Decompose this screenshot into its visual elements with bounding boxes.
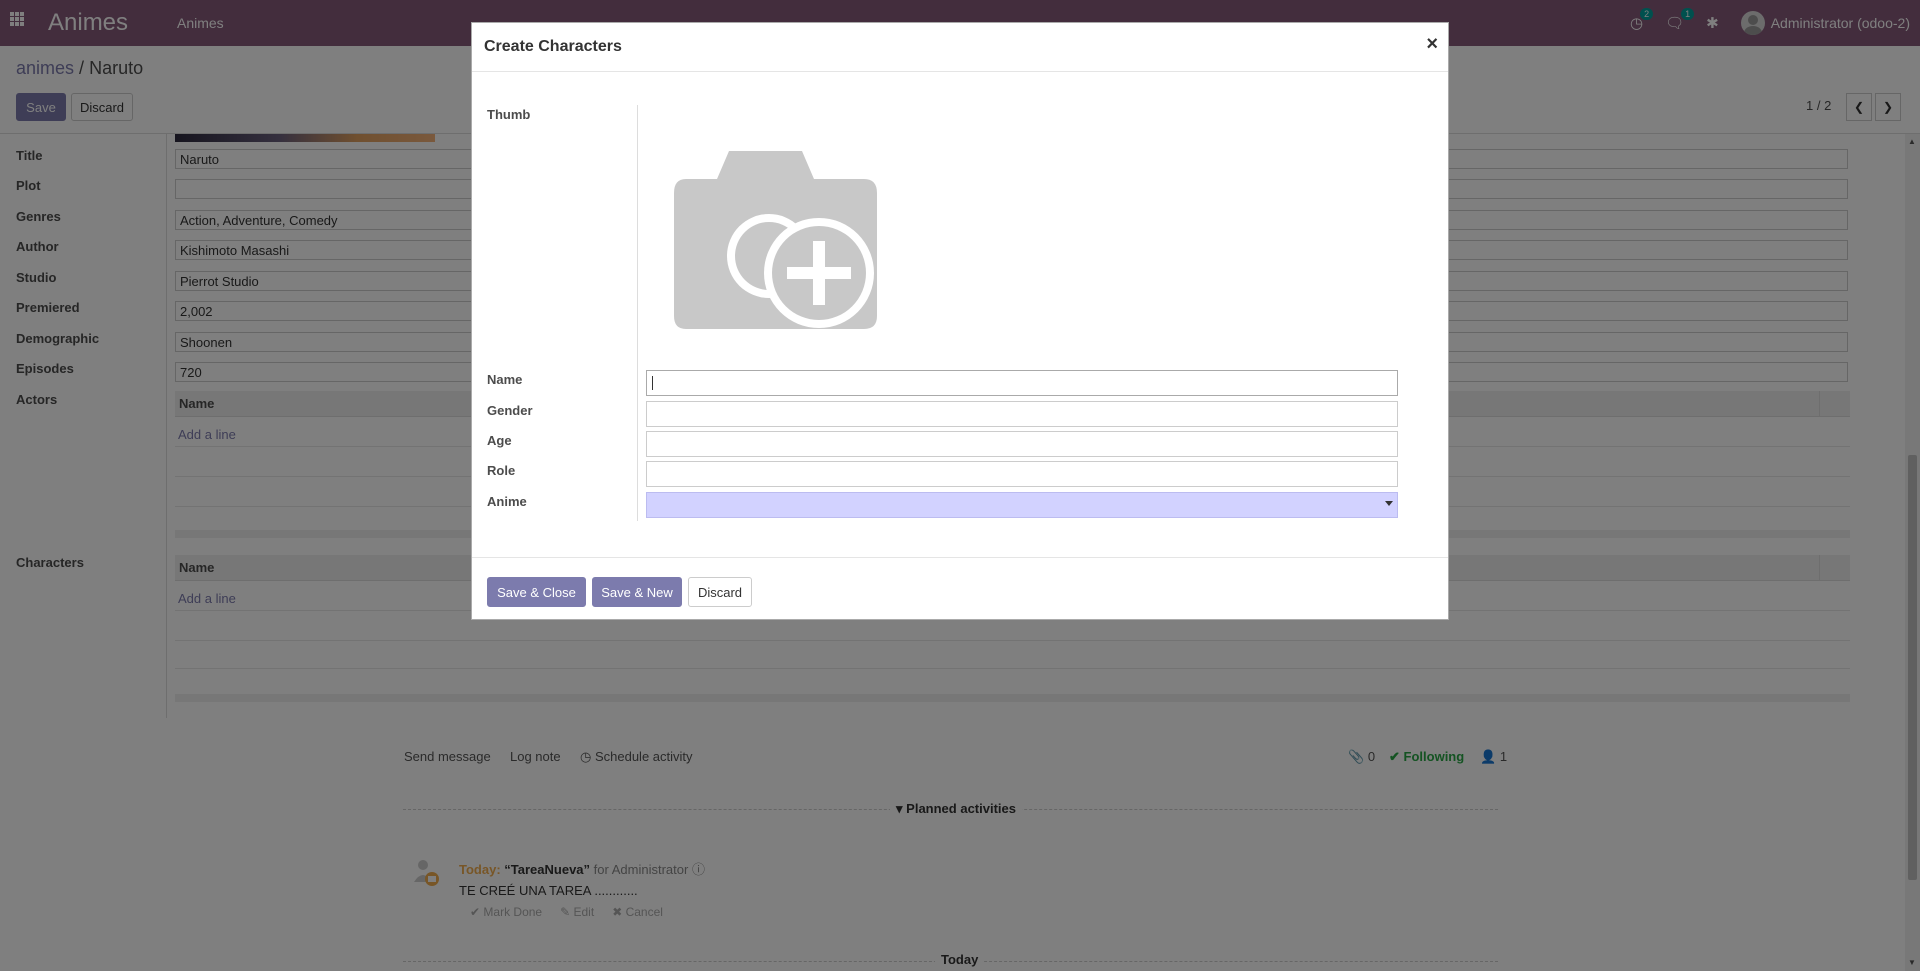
modal-discard-button[interactable]: Discard (688, 577, 752, 607)
text-cursor (652, 376, 653, 390)
anime-label: Anime (487, 494, 527, 509)
close-icon[interactable]: × (1426, 33, 1438, 56)
create-characters-dialog: Create Characters × Thumb Name Gender Ag… (471, 22, 1449, 620)
modal-title: Create Characters (484, 38, 622, 55)
role-label: Role (487, 463, 516, 478)
gender-field[interactable] (646, 401, 1398, 427)
age-label: Age (487, 433, 512, 448)
gender-label: Gender (487, 403, 533, 418)
thumb-label: Thumb (487, 107, 531, 122)
age-field[interactable] (646, 431, 1398, 457)
role-field[interactable] (646, 461, 1398, 487)
caret-down-icon (1385, 501, 1393, 506)
name-field[interactable] (646, 370, 1398, 396)
modal-header: Create Characters × (472, 23, 1448, 72)
anime-select[interactable] (646, 492, 1398, 518)
name-label: Name (487, 372, 523, 387)
save-close-button[interactable]: Save & Close (487, 577, 586, 607)
modal-label-divider (637, 105, 638, 521)
save-new-button[interactable]: Save & New (592, 577, 682, 607)
modal-footer: Save & Close Save & New Discard (472, 557, 1448, 620)
camera-add-photo-icon[interactable] (674, 151, 880, 331)
